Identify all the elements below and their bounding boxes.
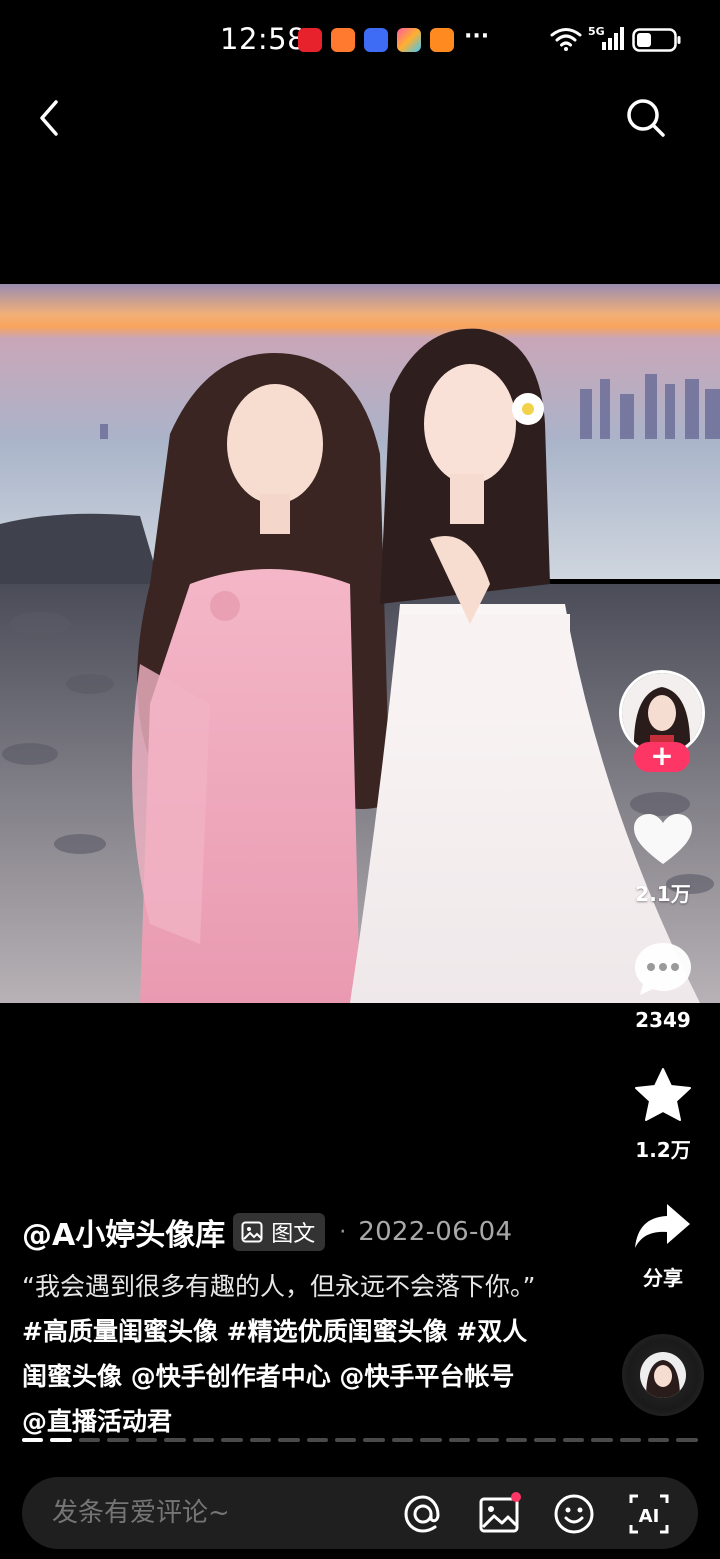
page-indicator-segment bbox=[192, 1438, 215, 1442]
page-indicator-segment bbox=[164, 1438, 186, 1442]
page-indicator-segment bbox=[647, 1438, 670, 1442]
app-icon-music bbox=[364, 28, 388, 52]
page-indicator-segment bbox=[221, 1438, 243, 1442]
page-indicator-segment bbox=[50, 1438, 72, 1442]
favorite-button[interactable]: 1.2万 bbox=[613, 1066, 713, 1163]
heart-icon bbox=[634, 814, 692, 864]
author-avatar-group: + bbox=[617, 668, 707, 778]
page-indicator-segment bbox=[391, 1438, 414, 1442]
app-icon-pinduoduo bbox=[298, 28, 322, 52]
post-caption[interactable]: “我会遇到很多有趣的人，但永远不会落下你。” #高质量闺蜜头像 #精选优质闺蜜头… bbox=[22, 1264, 542, 1444]
page-indicator-segment bbox=[420, 1438, 442, 1442]
author-line: @A小婷头像库 图文 · 2022-06-04 bbox=[22, 1210, 513, 1254]
follow-button[interactable]: + bbox=[634, 742, 690, 772]
like-button[interactable]: 2.1万 bbox=[613, 812, 713, 907]
battery-icon bbox=[632, 28, 681, 52]
caption-hashtags-mentions[interactable]: #高质量闺蜜头像 #精选优质闺蜜头像 #双人闺蜜头像 @快手创作者中心 @快手平… bbox=[22, 1317, 527, 1436]
chevron-left-icon bbox=[40, 100, 58, 136]
comment-bar: AI bbox=[22, 1477, 698, 1549]
page-indicator-segment bbox=[78, 1438, 101, 1442]
post-photo[interactable] bbox=[0, 284, 720, 1003]
comment-input[interactable] bbox=[52, 1477, 382, 1549]
svg-text:AI: AI bbox=[639, 1506, 660, 1527]
share-label: 分享 bbox=[643, 1266, 683, 1290]
status-more-dots: ··· bbox=[464, 24, 490, 49]
page-indicator-segment bbox=[562, 1438, 585, 1442]
cellular-signal-icon: 5G bbox=[588, 25, 624, 50]
back-button[interactable] bbox=[28, 94, 72, 142]
notification-app-icons bbox=[298, 28, 454, 52]
page-indicator-segment bbox=[135, 1438, 158, 1442]
page-indicator-segment bbox=[249, 1438, 272, 1442]
page-indicator-segment bbox=[619, 1438, 641, 1442]
at-mention-icon[interactable] bbox=[400, 1491, 446, 1537]
page-indicator-segment bbox=[334, 1438, 357, 1442]
status-bar: 12:58 ··· 5G bbox=[0, 0, 720, 80]
page-indicator-segment bbox=[448, 1438, 471, 1442]
separator-dot: · bbox=[339, 1219, 347, 1245]
page-indicator-segment bbox=[363, 1438, 385, 1442]
photo-two-friends-at-sunset-shore bbox=[0, 284, 720, 1003]
music-disc-button[interactable] bbox=[622, 1334, 704, 1416]
comment-bubble-icon bbox=[635, 943, 691, 995]
status-time: 12:58 bbox=[220, 22, 307, 56]
page-indicator-segment bbox=[676, 1438, 698, 1442]
emoji-icon[interactable] bbox=[551, 1491, 597, 1537]
page-indicator-segment bbox=[306, 1438, 328, 1442]
caption-quote: “我会遇到很多有趣的人，但永远不会落下你。” bbox=[22, 1272, 536, 1301]
search-button[interactable] bbox=[622, 94, 670, 142]
hair-flower bbox=[512, 393, 544, 425]
network-type-label: 5G bbox=[588, 25, 605, 38]
like-count: 2.1万 bbox=[635, 882, 691, 906]
page-indicator-segment bbox=[22, 1438, 44, 1442]
page-indicator-segment bbox=[278, 1438, 300, 1442]
wifi-icon bbox=[550, 28, 582, 51]
page-indicator-segment bbox=[591, 1438, 613, 1442]
app-icon-play bbox=[430, 28, 454, 52]
page-indicator-segment bbox=[107, 1438, 129, 1442]
notification-dot bbox=[511, 1492, 521, 1502]
app-icon-orange bbox=[331, 28, 355, 52]
favorite-count: 1.2万 bbox=[635, 1138, 691, 1162]
comment-count: 2349 bbox=[635, 1008, 691, 1032]
post-date: 2022-06-04 bbox=[358, 1217, 513, 1247]
ai-icon[interactable]: AI bbox=[626, 1491, 672, 1537]
page-indicator-segment bbox=[505, 1438, 528, 1442]
page-indicator-segment bbox=[534, 1438, 556, 1442]
share-arrow-icon bbox=[635, 1204, 690, 1248]
post-type-label: 图文 bbox=[271, 1222, 316, 1247]
image-picker-icon[interactable] bbox=[476, 1491, 522, 1537]
app-icon-pink bbox=[397, 28, 421, 52]
author-name[interactable]: @A小婷头像库 bbox=[22, 1210, 225, 1254]
image-text-icon bbox=[241, 1221, 263, 1243]
music-disc-cover bbox=[640, 1352, 686, 1398]
music-cover-image bbox=[640, 1352, 686, 1398]
page-indicator-segment bbox=[477, 1438, 499, 1442]
share-button[interactable]: 分享 bbox=[613, 1200, 713, 1291]
image-page-indicator bbox=[22, 1438, 698, 1442]
comment-button[interactable]: 2349 bbox=[613, 940, 713, 1032]
star-icon bbox=[635, 1068, 691, 1121]
post-type-badge: 图文 bbox=[233, 1213, 326, 1251]
search-icon bbox=[627, 99, 665, 137]
